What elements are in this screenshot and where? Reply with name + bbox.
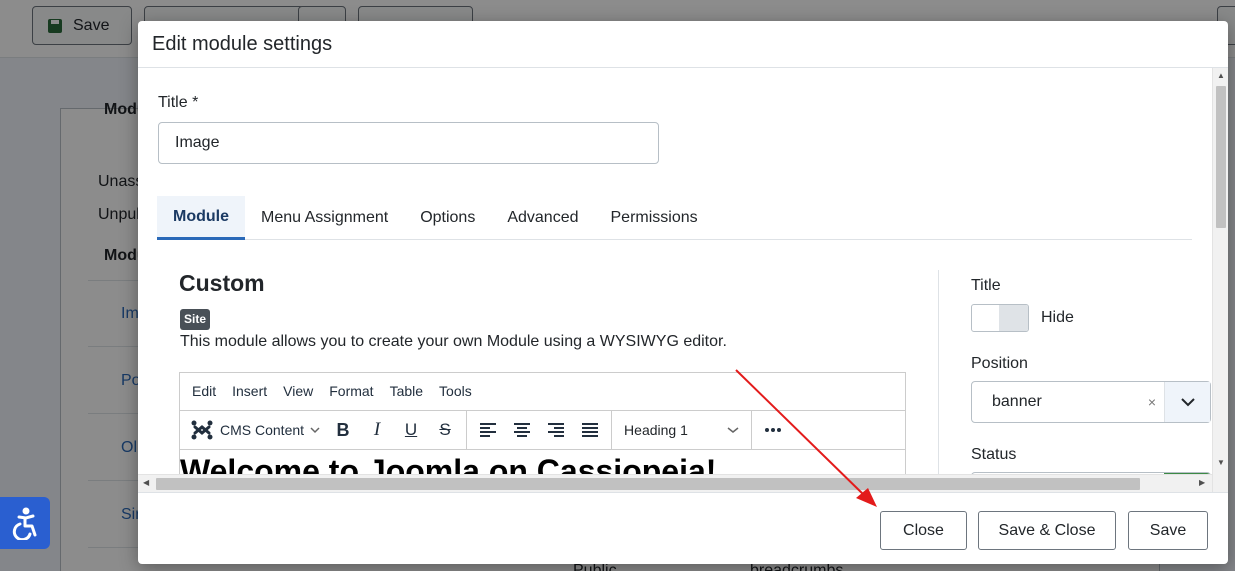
scrollbar-thumb[interactable] [1216,86,1226,228]
align-left-button[interactable] [471,415,505,445]
tab-advanced[interactable]: Advanced [491,196,594,240]
scroll-right-arrow[interactable]: ▶ [1199,478,1205,487]
chevron-down-icon [1180,398,1195,407]
menu-table[interactable]: Table [382,383,431,399]
menu-edit[interactable]: Edit [184,383,224,399]
position-value: banner [992,393,1042,410]
title-toggle-label: Title [971,277,1001,294]
block-format-value: Heading 1 [624,422,688,438]
accessibility-button[interactable] [0,497,50,549]
more-group [752,411,794,449]
chevron-down-icon [727,427,739,433]
accessibility-icon [12,507,37,540]
editor-toolbar: CMS Content B I U S Heading 1 [180,410,905,450]
vertical-scrollbar[interactable]: ▲ ▼ [1212,68,1228,492]
modal-title: Edit module settings [152,33,333,55]
editor-menubar: Edit Insert View Format Table Tools [180,373,905,409]
column-divider [938,270,939,480]
more-options-button[interactable] [756,415,790,445]
module-tabs: Module Menu Assignment Options Advanced … [157,196,1192,240]
modal-body: Title * Module Menu Assignment Options A… [138,68,1228,492]
tab-options[interactable]: Options [404,196,491,240]
align-center-icon [514,423,531,437]
menu-insert[interactable]: Insert [224,383,275,399]
strikethrough-icon: S [439,420,451,439]
menu-format[interactable]: Format [321,383,381,399]
align-justify-button[interactable] [573,415,607,445]
edit-module-modal: Edit module settings Title * Module Menu… [138,21,1228,564]
scroll-up-arrow[interactable]: ▲ [1217,71,1225,80]
tab-menu-assignment[interactable]: Menu Assignment [245,196,404,240]
modal-header: Edit module settings [138,21,1228,68]
position-select[interactable]: banner × [971,381,1211,423]
cms-content-dropdown[interactable]: CMS Content [184,415,326,445]
more-icon [765,428,782,432]
close-button[interactable]: Close [880,511,967,550]
tab-permissions[interactable]: Permissions [595,196,714,240]
chevron-down-icon [310,427,320,434]
clear-icon[interactable]: × [1140,394,1164,410]
dropdown-toggle[interactable] [1164,382,1210,422]
module-type-title: Custom [179,270,265,296]
scroll-left-arrow[interactable]: ◀ [143,478,149,487]
underline-icon: U [404,420,418,439]
bold-button[interactable]: B [326,415,360,445]
status-label: Status [971,446,1017,463]
strikethrough-button[interactable]: S [428,415,462,445]
align-center-button[interactable] [505,415,539,445]
title-toggle-state: Hide [1041,309,1074,326]
title-label: Title * [158,94,199,111]
save-button[interactable]: Save [1128,511,1208,550]
position-label: Position [971,355,1028,372]
align-justify-icon [582,423,599,437]
align-left-icon [480,423,497,437]
menu-view[interactable]: View [275,383,321,399]
alignment-group [467,411,613,449]
module-description: This module allows you to create your ow… [180,333,727,350]
title-input[interactable] [158,122,659,164]
horizontal-scrollbar[interactable]: ◀ ▶ [138,474,1212,492]
underline-button[interactable]: U [394,415,428,445]
align-right-button[interactable] [539,415,573,445]
block-format-dropdown[interactable]: Heading 1 [612,411,753,449]
scroll-down-arrow[interactable]: ▼ [1217,458,1225,467]
italic-button[interactable]: I [360,415,394,445]
site-badge: Site [180,309,211,330]
cms-content-group: CMS Content B I U S [180,411,468,449]
modal-footer: Close Save & Close Save [138,492,1228,564]
joomla-icon [191,420,213,440]
title-toggle[interactable] [971,304,1029,332]
align-right-icon [548,423,565,437]
save-close-button[interactable]: Save & Close [978,511,1116,550]
scrollbar-thumb[interactable] [156,478,1140,490]
bold-icon: B [336,419,350,440]
tab-module[interactable]: Module [157,196,245,240]
toggle-knob [999,305,1028,331]
menu-tools[interactable]: Tools [431,383,480,399]
italic-icon: I [373,419,381,440]
wysiwyg-editor: Edit Insert View Format Table Tools CMS … [179,372,906,482]
cms-content-label: CMS Content [220,422,305,438]
